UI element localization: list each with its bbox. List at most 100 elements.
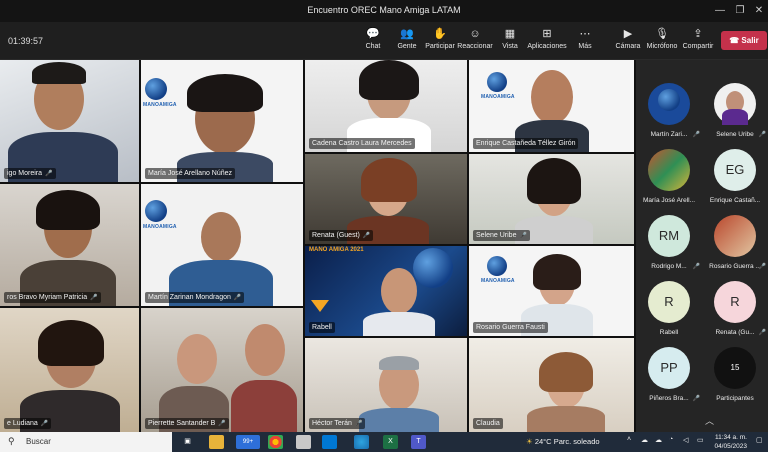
- roster-item[interactable]: Rosario Guerra ... 🎤: [702, 202, 768, 270]
- raise-hand-label: Participar: [425, 43, 455, 50]
- mic-label: Micrófono: [646, 43, 678, 50]
- camera-button[interactable]: ▶ Cámara: [614, 26, 642, 56]
- more-label: Más: [578, 43, 592, 50]
- video-tile[interactable]: igo Moreira 🎤: [0, 60, 139, 182]
- mic-icon: 🎤: [40, 421, 49, 427]
- video-tile[interactable]: Pierrette Santander B 🎤: [141, 308, 303, 432]
- search-box[interactable]: ⚲ Buscar: [0, 432, 172, 452]
- cloud-icon[interactable]: ☁: [655, 436, 662, 444]
- video-tile[interactable]: ros Bravo Myriam Patricia 🎤: [0, 184, 139, 306]
- mic-icon: 🎤: [692, 396, 700, 402]
- search-label: Buscar: [26, 437, 51, 446]
- date-text: 04/05/2023: [714, 443, 747, 450]
- participant-name: Héctor Terán 🎤: [309, 418, 366, 429]
- close-icon[interactable]: ✕: [751, 3, 767, 19]
- leave-button[interactable]: ☎ Salir: [721, 31, 767, 50]
- apps-button[interactable]: ⊞ Aplicaciones: [527, 26, 567, 56]
- people-label: Gente: [397, 43, 417, 50]
- participant-shirt: [359, 408, 439, 432]
- avatar: EG: [714, 149, 756, 191]
- participant-shirt: [231, 380, 297, 432]
- video-tile[interactable]: Cadena Castro Laura Mercedes: [305, 60, 467, 152]
- roster-item[interactable]: R Renata (Gu... 🎤: [702, 268, 768, 336]
- video-tile[interactable]: Héctor Terán 🎤: [305, 338, 467, 432]
- participant-name: Cadena Castro Laura Mercedes: [309, 138, 415, 149]
- mail-icon[interactable]: 99+: [236, 435, 260, 449]
- chevron-up-icon[interactable]: ˄: [627, 436, 631, 443]
- maximize-icon[interactable]: ❐: [732, 3, 748, 19]
- video-tile[interactable]: Claudia: [469, 338, 634, 432]
- task-view-icon[interactable]: ▣: [180, 435, 195, 449]
- more-button[interactable]: ⋯ Más: [572, 26, 598, 56]
- mic-button[interactable]: 🎙 Micrófono: [645, 26, 679, 56]
- chrome-icon[interactable]: [268, 435, 283, 449]
- title-bar: Encuentro OREC Mano Amiga LATAM — ❐ ✕: [0, 0, 768, 22]
- video-tile[interactable]: MANOAMIGA Rosario Guerra Fausti: [469, 246, 634, 336]
- battery-icon[interactable]: ▭: [697, 436, 704, 444]
- view-button[interactable]: ▦ Vista: [496, 26, 524, 56]
- video-tile[interactable]: Selene Uribe 🎤: [469, 154, 634, 244]
- edge-icon[interactable]: [354, 435, 369, 449]
- smiley-icon: ☺: [469, 28, 481, 40]
- participant-roster: Martín Zari... 🎤 Selene Uribe 🎤 María Jo…: [636, 60, 768, 432]
- participants-count-button[interactable]: 15 Participantes: [702, 334, 768, 402]
- people-icon: 👥: [400, 28, 414, 40]
- roster-item[interactable]: María José Arell...: [636, 136, 702, 204]
- more-icon: ⋯: [579, 28, 591, 40]
- weather-widget[interactable]: ☀ 24°C Parc. soleado: [526, 437, 600, 446]
- share-button[interactable]: ⇪ Compartir: [682, 26, 714, 56]
- video-tile[interactable]: MANOAMIGA Enrique Castañeda Téllez Girón: [469, 60, 634, 152]
- chat-button[interactable]: 💬 Chat: [358, 26, 388, 56]
- avatar: R: [648, 281, 690, 323]
- hand-icon: ✋: [433, 28, 447, 40]
- chat-icon: 💬: [366, 28, 380, 40]
- minimize-icon[interactable]: —: [712, 3, 728, 19]
- roster-item[interactable]: EG Enrique Castañ...: [702, 136, 768, 204]
- participant-name: Selene Uribe 🎤: [473, 230, 530, 241]
- video-tile[interactable]: MANOAMIGA Martín Zarinan Mondragon 🎤: [141, 184, 303, 306]
- mano-amiga-logo: [145, 78, 167, 100]
- notification-icon[interactable]: ▢: [756, 436, 763, 444]
- participant-name: Renata (Guest) 🎤: [309, 230, 374, 241]
- avatar: [714, 83, 756, 125]
- participant-shirt: [527, 406, 605, 432]
- video-tile[interactable]: Renata (Guest) 🎤: [305, 154, 467, 244]
- volume-icon[interactable]: ◁: [683, 436, 688, 444]
- participant-hair: [32, 62, 86, 84]
- meeting-timer: 01:39:57: [8, 36, 44, 46]
- roster-item[interactable]: PP Piñeros Bra... 🎤: [636, 334, 702, 402]
- sun-icon: ☀: [526, 437, 533, 446]
- wifi-icon[interactable]: ◔: [669, 436, 673, 443]
- app-icon[interactable]: [296, 435, 311, 449]
- react-button[interactable]: ☺ Reaccionar: [457, 26, 493, 56]
- raise-hand-button[interactable]: ✋ Participar: [424, 26, 456, 56]
- cloud-icon[interactable]: ☁: [641, 436, 648, 444]
- excel-icon[interactable]: X: [383, 435, 398, 449]
- camera-label: Cámara: [615, 43, 641, 50]
- mic-icon: 🎤: [218, 421, 226, 427]
- file-explorer-icon[interactable]: [209, 435, 224, 449]
- brand-text: MANOAMIGA: [143, 224, 177, 230]
- taskbar: ⚲ Buscar ▣ 99+ X T ☀ 24°C Parc. soleado …: [0, 432, 768, 452]
- roster-item[interactable]: Martín Zari... 🎤: [636, 70, 702, 138]
- video-tile[interactable]: e Ludiana 🎤: [0, 308, 139, 432]
- microphone-icon: 🎙: [655, 28, 669, 40]
- roster-item[interactable]: R Rabell: [636, 268, 702, 336]
- teams-icon[interactable]: T: [411, 435, 426, 449]
- participant-name: Enrique Castañeda Téllez Girón: [473, 138, 579, 149]
- participant-face: [245, 324, 285, 376]
- people-button[interactable]: 👥 Gente: [392, 26, 422, 56]
- mic-icon: 🎤: [45, 171, 53, 177]
- app-icon[interactable]: [322, 435, 337, 449]
- clock[interactable]: 11:34 a. m. 04/05/2023: [713, 433, 747, 451]
- participant-name: igo Moreira 🎤: [4, 168, 56, 179]
- chevron-up-icon[interactable]: ︿: [705, 414, 714, 427]
- chat-label: Chat: [365, 43, 381, 50]
- time-text: 11:34 a. m.: [714, 434, 747, 441]
- roster-item[interactable]: Selene Uribe 🎤: [702, 70, 768, 138]
- video-tile[interactable]: MANO AMIGA 2021 Rabell: [305, 246, 467, 336]
- weather-desc: Parc. soleado: [553, 437, 600, 446]
- video-tile[interactable]: MANOAMIGA María José Arellano Núñez: [141, 60, 303, 182]
- mano-amiga-logo: [487, 256, 507, 276]
- roster-item[interactable]: RM Rodrigo M... 🎤: [636, 202, 702, 270]
